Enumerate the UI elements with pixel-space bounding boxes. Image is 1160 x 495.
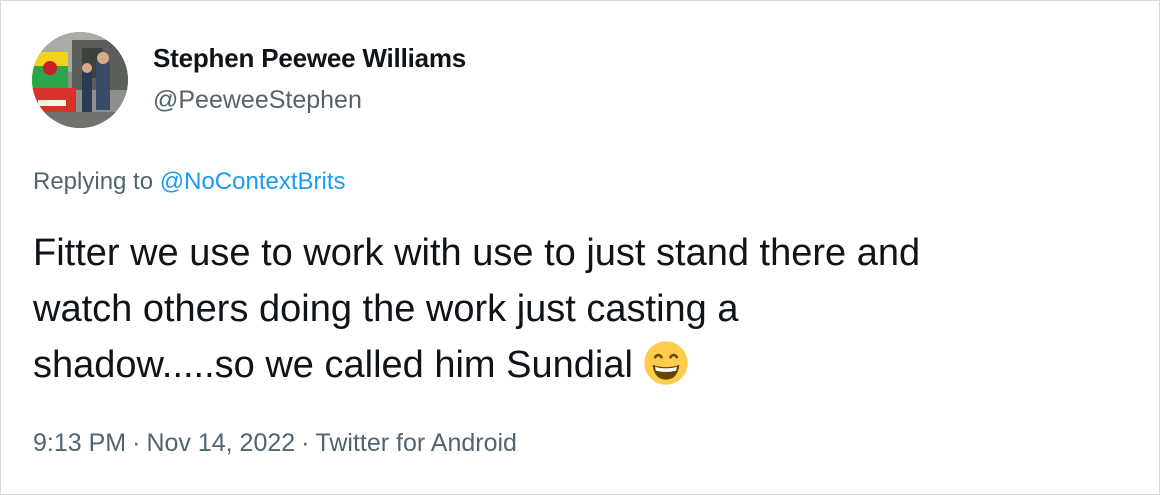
- tweet-text-line-content: watch others doing the work just casting…: [33, 288, 739, 330]
- meta-separator: ·: [301, 429, 310, 457]
- replying-to: Replying to @NoContextBrits: [33, 168, 346, 196]
- grinning-face-with-smiling-eyes-icon: [644, 341, 688, 385]
- tweet-text-line-content: Fitter we use to work with use to just s…: [33, 232, 921, 274]
- avatar-photo: [32, 32, 128, 128]
- tweet-text-line-content: shadow.....so we called him Sundial: [33, 344, 633, 386]
- tweet-text-line: shadow.....so we called him Sundial: [33, 337, 1138, 393]
- tweet-date[interactable]: Nov 14, 2022: [146, 429, 295, 457]
- meta-separator: ·: [132, 429, 141, 457]
- tweet-text-line: Fitter we use to work with use to just s…: [33, 225, 1138, 281]
- author-handle[interactable]: @PeeweeStephen: [153, 86, 362, 115]
- author-display-name[interactable]: Stephen Peewee Williams: [153, 43, 466, 74]
- tweet-source[interactable]: Twitter for Android: [315, 429, 516, 457]
- tweet-card: Stephen Peewee Williams @PeeweeStephen R…: [0, 0, 1160, 495]
- replying-to-label: Replying to: [33, 168, 154, 195]
- avatar[interactable]: [32, 32, 128, 128]
- tweet-time[interactable]: 9:13 PM: [33, 429, 126, 457]
- reply-mention-link[interactable]: @NoContextBrits: [160, 168, 346, 195]
- tweet-meta: 9:13 PM · Nov 14, 2022 · Twitter for Android: [33, 429, 517, 458]
- tweet-text-line: watch others doing the work just casting…: [33, 281, 1138, 337]
- tweet-text: Fitter we use to work with use to just s…: [33, 225, 1138, 393]
